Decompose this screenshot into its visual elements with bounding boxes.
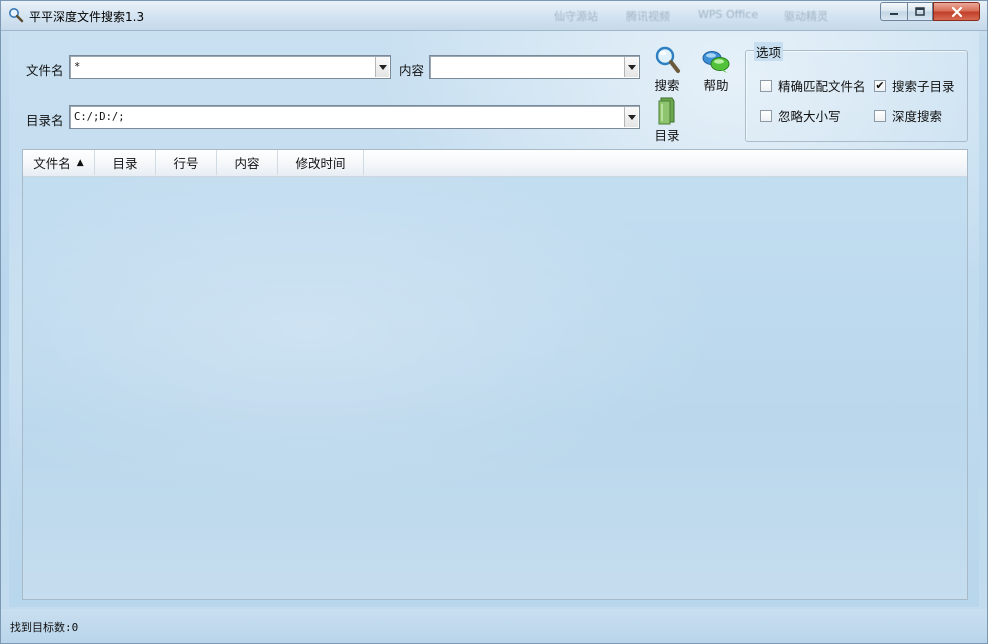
green-folder-icon <box>647 95 687 125</box>
column-header-label: 内容 <box>234 156 260 171</box>
column-header-modified[interactable]: 修改时间 <box>278 150 364 175</box>
filename-value: * <box>74 61 81 73</box>
exact-match-label: 精确匹配文件名 <box>778 79 866 94</box>
checkbox-box[interactable] <box>760 109 772 122</box>
maximize-icon <box>915 6 925 16</box>
status-bar: 找到目标数:0 <box>1 609 987 643</box>
minimize-button[interactable] <box>880 2 907 21</box>
directory-dropdown-button[interactable] <box>624 107 638 127</box>
results-list-header: 文件名 ▲ 目录 行号 内容 修改时间 <box>23 150 967 177</box>
directory-combobox[interactable]: C:/;D:/; <box>69 105 640 129</box>
sort-ascending-icon: ▲ <box>76 157 84 168</box>
directory-button-label: 目录 <box>654 128 680 143</box>
content-dropdown-button[interactable] <box>624 57 638 77</box>
taskbar-hint: 腾讯视频 <box>626 10 670 23</box>
client-area: 文件名 * 内容 目录名 C:/;D:/; 搜索 帮助 目录 选项 精确匹配文件… <box>9 31 979 607</box>
options-groupbox: 选项 精确匹配文件名 ✔ 搜索子目录 忽略大小写 深度搜索 <box>745 42 968 142</box>
search-subdirs-label: 搜索子目录 <box>892 79 955 94</box>
help-button[interactable]: 帮助 <box>696 45 736 94</box>
ignore-case-label: 忽略大小写 <box>778 109 841 124</box>
deep-search-label: 深度搜索 <box>892 109 943 124</box>
results-list[interactable]: 文件名 ▲ 目录 行号 内容 修改时间 <box>22 149 968 600</box>
column-header-filename[interactable]: 文件名 ▲ <box>23 150 95 175</box>
filename-dropdown-button[interactable] <box>375 57 389 77</box>
options-title: 选项 <box>754 42 784 61</box>
window-title: 平平深度文件搜索1.3 <box>29 10 145 24</box>
app-search-icon <box>8 7 24 23</box>
search-subdirs-checkbox[interactable]: ✔ 搜索子目录 <box>874 76 955 95</box>
dropdown-arrow-icon <box>627 114 636 120</box>
ignore-case-checkbox[interactable]: 忽略大小写 <box>760 106 841 125</box>
dropdown-arrow-icon <box>378 64 387 70</box>
main-window: 平平深度文件搜索1.3 仙守源站 腾讯视频 WPS Office 驱动精灵 文件… <box>0 0 988 644</box>
column-header-content[interactable]: 内容 <box>217 150 278 175</box>
dropdown-arrow-icon <box>627 64 636 70</box>
content-label: 内容 <box>399 63 425 78</box>
filename-label: 文件名 <box>26 63 64 78</box>
help-button-label: 帮助 <box>703 78 729 93</box>
checkbox-box[interactable] <box>874 109 886 122</box>
filename-combobox[interactable]: * <box>69 55 391 79</box>
search-button-label: 搜索 <box>654 78 680 93</box>
taskbar-hint: WPS Office <box>698 8 759 21</box>
column-header-label: 行号 <box>173 156 199 171</box>
directory-button[interactable]: 目录 <box>647 95 687 144</box>
chat-bubbles-icon <box>696 45 736 75</box>
close-button[interactable] <box>933 2 980 21</box>
search-button[interactable]: 搜索 <box>647 45 687 94</box>
deep-search-checkbox[interactable]: 深度搜索 <box>874 106 942 125</box>
checkbox-box[interactable] <box>760 79 772 92</box>
column-header-label: 文件名 <box>33 156 71 171</box>
minimize-icon <box>890 12 898 15</box>
column-header-directory[interactable]: 目录 <box>95 150 156 175</box>
taskbar-hint: 驱动精灵 <box>784 10 828 23</box>
status-text: 找到目标数:0 <box>10 621 79 634</box>
directory-label: 目录名 <box>26 113 64 128</box>
column-header-line[interactable]: 行号 <box>156 150 217 175</box>
close-icon <box>951 6 962 17</box>
column-header-label: 修改时间 <box>295 156 346 171</box>
content-combobox[interactable] <box>429 55 640 79</box>
column-header-label: 目录 <box>112 156 138 171</box>
directory-value: C:/;D:/; <box>74 111 125 123</box>
title-bar[interactable]: 平平深度文件搜索1.3 仙守源站 腾讯视频 WPS Office 驱动精灵 <box>1 1 987 31</box>
exact-match-checkbox[interactable]: 精确匹配文件名 <box>760 76 866 95</box>
taskbar-hint: 仙守源站 <box>554 10 598 23</box>
maximize-button[interactable] <box>907 2 933 21</box>
checkmark-icon: ✔ <box>875 79 885 92</box>
magnifier-icon <box>647 45 687 75</box>
checkbox-box[interactable]: ✔ <box>874 79 886 92</box>
